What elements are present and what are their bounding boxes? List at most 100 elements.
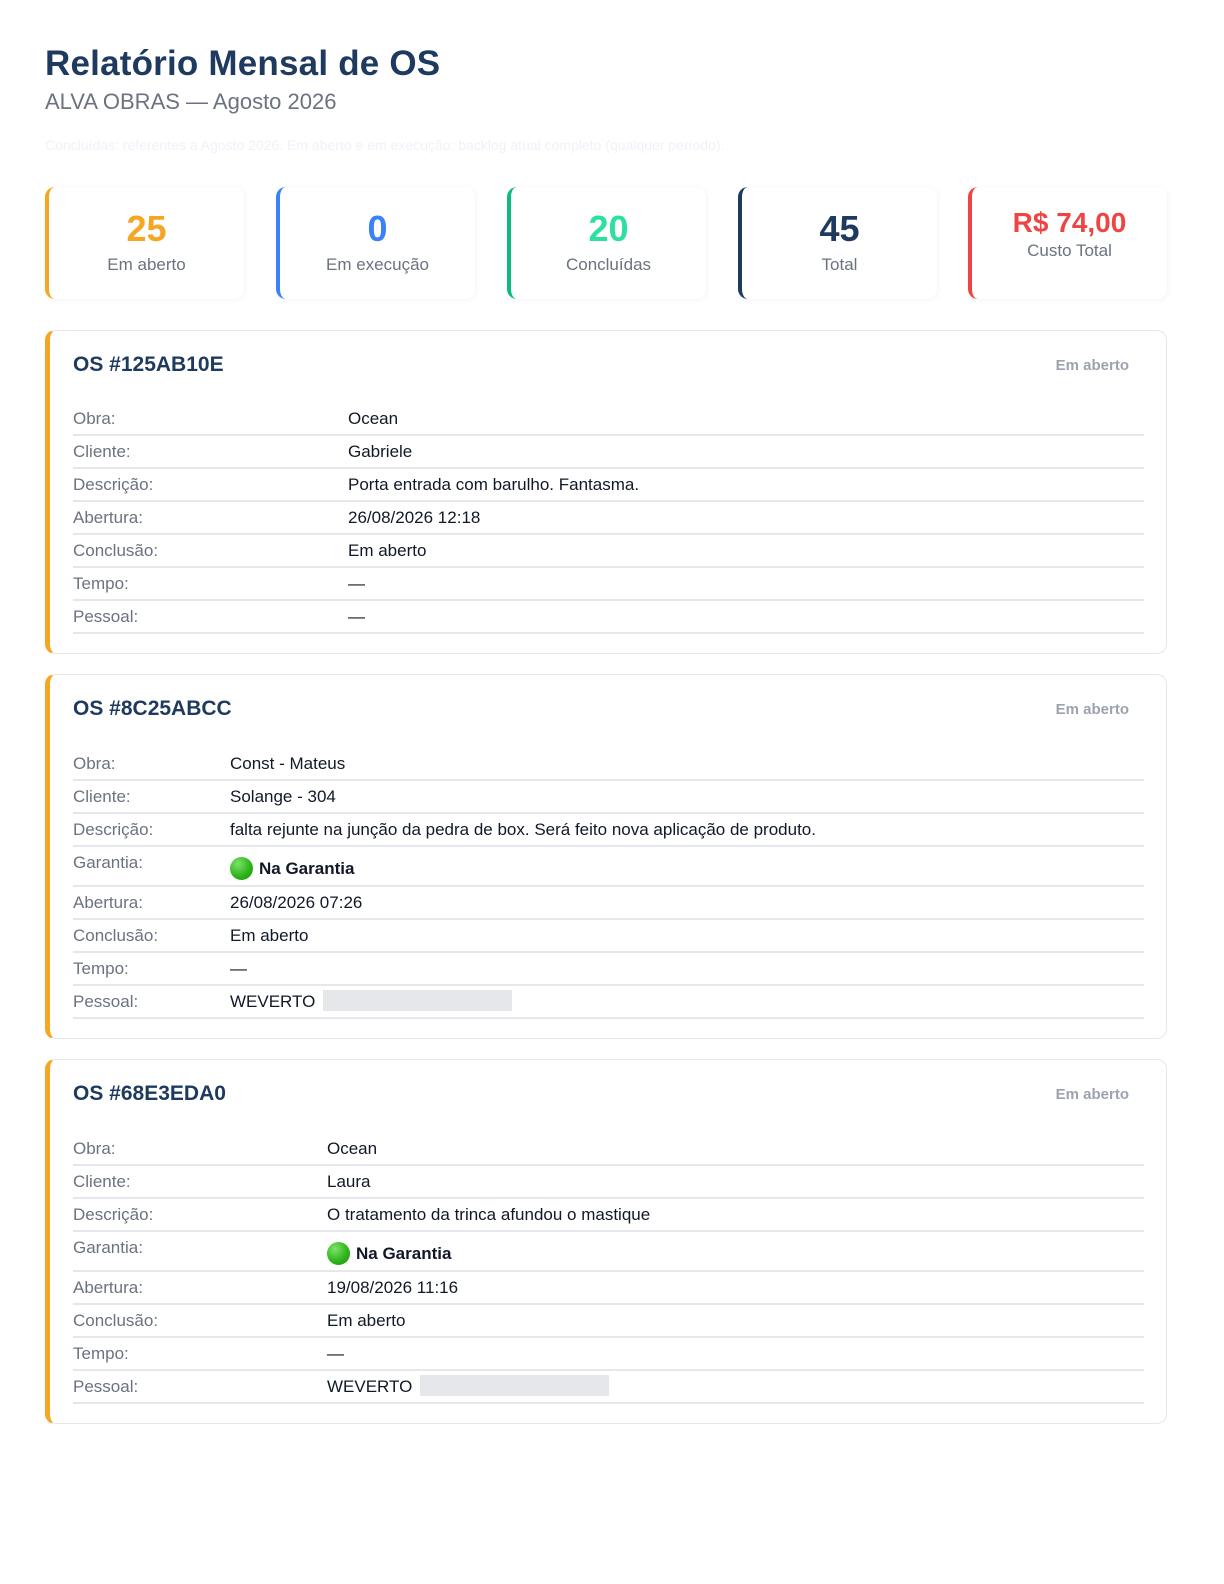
detail-value: — <box>348 574 365 593</box>
page-subtitle: ALVA OBRAS — Agosto 2026 <box>45 89 337 114</box>
page-title: Relatório Mensal de OS <box>45 44 441 83</box>
detail-row-descricao: Descrição: O tratamento da trinca afundo… <box>73 1199 1144 1232</box>
detail-value: Ocean <box>348 409 399 428</box>
detail-label: Tempo: <box>73 1344 129 1363</box>
detail-label: Descrição: <box>73 820 154 839</box>
os-card-header: OS #125AB10E Em aberto <box>50 331 1166 399</box>
stats-row: 25 Em aberto 0 Em execução 20 Concluídas… <box>45 187 1167 299</box>
stat-card-total: 45 Total <box>738 187 937 299</box>
period-note: Concluídas: referentes a Agosto 2026. Em… <box>45 137 725 153</box>
os-id: OS #125AB10E <box>73 353 224 376</box>
status-badge: Em aberto <box>1055 701 1129 718</box>
stat-label: Concluídas <box>565 255 652 274</box>
warranty-label: Na Garantia <box>356 1243 452 1263</box>
detail-row-obra: Obra: Ocean <box>73 403 1144 436</box>
detail-label: Abertura: <box>73 508 143 527</box>
stat-card-open: 25 Em aberto <box>45 187 244 299</box>
detail-label: Garantia: <box>73 1238 143 1257</box>
detail-row-garantia: Garantia: Na Garantia <box>73 1232 1144 1272</box>
os-details: Obra: Ocean Cliente: Laura Descrição: O … <box>73 1133 1144 1404</box>
detail-row-cliente: Cliente: Gabriele <box>73 436 1144 469</box>
detail-row-conclusao: Conclusão: Em aberto <box>73 920 1144 953</box>
warranty-status: Na Garantia <box>230 857 354 880</box>
redacted-block <box>420 1375 610 1397</box>
stat-value: 25 <box>126 208 167 249</box>
os-details: Obra: Const - Mateus Cliente: Solange - … <box>73 748 1144 1019</box>
os-details: Obra: Ocean Cliente: Gabriele Descrição:… <box>73 403 1144 634</box>
detail-row-pessoal: Pessoal: WEVERTO <box>73 1371 1144 1404</box>
os-card: OS #68E3EDA0 Em aberto Obra: Ocean Clien… <box>45 1059 1167 1424</box>
detail-label: Pessoal: <box>73 607 139 626</box>
warranty-status: Na Garantia <box>327 1242 451 1265</box>
stat-card-completed: 20 Concluídas <box>507 187 706 299</box>
detail-row-abertura: Abertura: 26/08/2026 07:26 <box>73 887 1144 920</box>
detail-row-descricao: Descrição: falta rejunte na junção da pe… <box>73 814 1144 847</box>
stat-value: 0 <box>367 208 388 249</box>
detail-label: Tempo: <box>73 574 129 593</box>
detail-row-descricao: Descrição: Porta entrada com barulho. Fa… <box>73 469 1144 502</box>
detail-label: Abertura: <box>73 1278 143 1297</box>
detail-value: Em aberto <box>348 541 427 560</box>
detail-value: — <box>327 1344 344 1363</box>
detail-label: Obra: <box>73 1139 116 1158</box>
stat-label: Custo Total <box>1027 241 1112 260</box>
os-card-header: OS #68E3EDA0 Em aberto <box>50 1060 1166 1128</box>
detail-value: — <box>348 607 365 626</box>
detail-label: Abertura: <box>73 893 143 912</box>
detail-label: Tempo: <box>73 959 129 978</box>
detail-label: Cliente: <box>73 787 131 806</box>
detail-value: 26/08/2026 07:26 <box>230 893 363 912</box>
detail-value: Solange - 304 <box>230 787 336 806</box>
stat-value: R$ 74,00 <box>1012 207 1127 238</box>
detail-row-abertura: Abertura: 26/08/2026 12:18 <box>73 502 1144 535</box>
detail-label: Obra: <box>73 409 116 428</box>
detail-label: Cliente: <box>73 1172 131 1191</box>
os-id: OS #8C25ABCC <box>73 697 232 720</box>
detail-row-cliente: Cliente: Solange - 304 <box>73 781 1144 814</box>
detail-row-obra: Obra: Const - Mateus <box>73 748 1144 781</box>
stat-label: Em execução <box>326 255 429 274</box>
detail-label: Conclusão: <box>73 1311 159 1330</box>
detail-value: Em aberto <box>327 1311 406 1330</box>
os-card-header: OS #8C25ABCC Em aberto <box>50 675 1166 743</box>
stat-label: Total <box>821 255 858 274</box>
detail-row-cliente: Cliente: Laura <box>73 1166 1144 1199</box>
green-circle-icon <box>327 1242 350 1265</box>
detail-label: Pessoal: <box>73 992 139 1011</box>
detail-label: Cliente: <box>73 442 131 461</box>
os-id: OS #68E3EDA0 <box>73 1082 226 1105</box>
os-card: OS #125AB10E Em aberto Obra: Ocean Clien… <box>45 330 1167 654</box>
detail-value: WEVERTO <box>230 990 513 1013</box>
staff-name: WEVERTO <box>327 1377 413 1396</box>
report-page: Relatório Mensal de OS ALVA OBRAS — Agos… <box>45 44 1167 1424</box>
stat-card-total-cost: R$ 74,00 Custo Total <box>968 187 1167 299</box>
staff-name: WEVERTO <box>230 992 316 1011</box>
detail-row-pessoal: Pessoal: — <box>73 601 1144 634</box>
detail-value: WEVERTO <box>327 1375 610 1398</box>
detail-row-obra: Obra: Ocean <box>73 1133 1144 1166</box>
stat-card-in-progress: 0 Em execução <box>276 187 475 299</box>
detail-value: — <box>230 959 247 978</box>
detail-label: Descrição: <box>73 475 154 494</box>
stat-value: 20 <box>588 208 629 249</box>
detail-value: 19/08/2026 11:16 <box>327 1278 459 1297</box>
stat-label: Em aberto <box>107 255 186 274</box>
detail-label: Pessoal: <box>73 1377 139 1396</box>
detail-value: 26/08/2026 12:18 <box>348 508 481 527</box>
detail-row-tempo: Tempo: — <box>73 953 1144 986</box>
detail-value: Ocean <box>327 1139 378 1158</box>
detail-row-conclusao: Conclusão: Em aberto <box>73 1305 1144 1338</box>
redacted-block <box>323 990 513 1012</box>
detail-label: Conclusão: <box>73 541 159 560</box>
detail-row-tempo: Tempo: — <box>73 568 1144 601</box>
detail-value: falta rejunte na junção da pedra de box.… <box>230 820 816 839</box>
warranty-label: Na Garantia <box>259 858 355 878</box>
detail-row-garantia: Garantia: Na Garantia <box>73 847 1144 887</box>
detail-value: Porta entrada com barulho. Fantasma. <box>348 475 640 494</box>
green-circle-icon <box>230 857 253 880</box>
detail-value: Em aberto <box>230 926 309 945</box>
detail-label: Descrição: <box>73 1205 154 1224</box>
detail-label: Conclusão: <box>73 926 159 945</box>
detail-row-abertura: Abertura: 19/08/2026 11:16 <box>73 1272 1144 1305</box>
detail-value: Const - Mateus <box>230 754 346 773</box>
